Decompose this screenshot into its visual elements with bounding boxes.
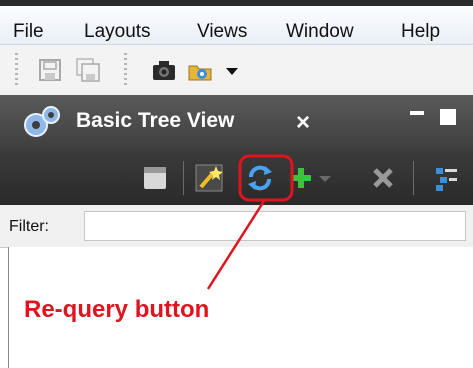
delete-icon[interactable]: [368, 163, 398, 193]
refresh-icon[interactable]: [245, 163, 275, 193]
view-title[interactable]: Basic Tree View: [76, 109, 234, 133]
menu-views[interactable]: Views: [197, 21, 247, 43]
window-frame-edge: [0, 0, 473, 6]
view-toolbar: [0, 151, 473, 205]
panel-icon[interactable]: [140, 163, 170, 193]
close-icon[interactable]: ×: [296, 109, 310, 137]
menu-layouts[interactable]: Layouts: [84, 21, 151, 43]
filter-label: Filter:: [9, 218, 49, 235]
toolbar-separator: [183, 161, 184, 195]
wand-icon[interactable]: [194, 163, 224, 193]
add-icon[interactable]: [286, 163, 316, 193]
toolbar-separator-2: [413, 161, 414, 195]
menu-help[interactable]: Help: [401, 21, 440, 43]
view-tab-header: Basic Tree View ×: [0, 95, 473, 151]
chevron-down-icon[interactable]: [218, 56, 246, 84]
camera-icon[interactable]: [150, 56, 178, 84]
menu-file[interactable]: File: [13, 21, 44, 43]
toolbar-grip[interactable]: [15, 53, 18, 87]
tree-list-icon[interactable]: [432, 163, 462, 193]
menu-window[interactable]: Window: [286, 21, 354, 43]
gear-icon: [24, 106, 60, 137]
open-project-icon[interactable]: [186, 56, 214, 84]
dropdown-icon[interactable]: [316, 163, 334, 193]
toolbar-grip-2[interactable]: [124, 53, 127, 87]
maximize-icon[interactable]: [440, 109, 456, 125]
filter-row: Filter:: [0, 205, 473, 248]
menu-bar: File Layouts Views Window Help: [0, 0, 473, 45]
filter-input[interactable]: [84, 211, 466, 241]
main-toolbar: [0, 45, 473, 96]
minimize-icon[interactable]: [410, 111, 424, 115]
save-all-icon[interactable]: [74, 56, 102, 84]
annotation-label: Re-query button: [24, 296, 210, 323]
save-icon[interactable]: [36, 56, 64, 84]
